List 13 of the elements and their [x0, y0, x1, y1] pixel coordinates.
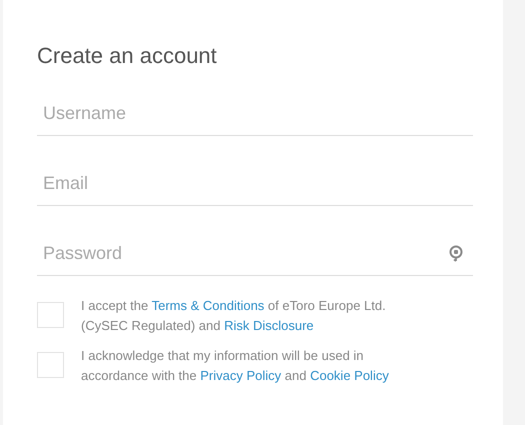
consent-link[interactable]: Privacy Policy	[200, 368, 282, 383]
consent-link[interactable]: Risk Disclosure	[224, 318, 314, 333]
consent-link[interactable]: Cookie Policy	[310, 368, 389, 383]
checkbox[interactable]	[37, 352, 64, 378]
input-field[interactable]: Username	[43, 100, 463, 127]
form-title: Create an account	[37, 42, 217, 70]
checkbox[interactable]	[37, 302, 64, 328]
input-field[interactable]: Password	[43, 240, 449, 267]
consent-link[interactable]: Terms & Conditions	[152, 298, 264, 313]
consent-text: I acknowledge that my information will be used in accordance with the Privacy Policy and Cookie Policy	[81, 347, 390, 385]
input-field[interactable]: Email	[43, 170, 463, 197]
password-key-icon[interactable]	[449, 245, 463, 262]
consent-text: I accept the Terms & Conditions of eToro Europe Ltd. (CySEC Regulated) and Risk Disclosure	[81, 297, 387, 335]
